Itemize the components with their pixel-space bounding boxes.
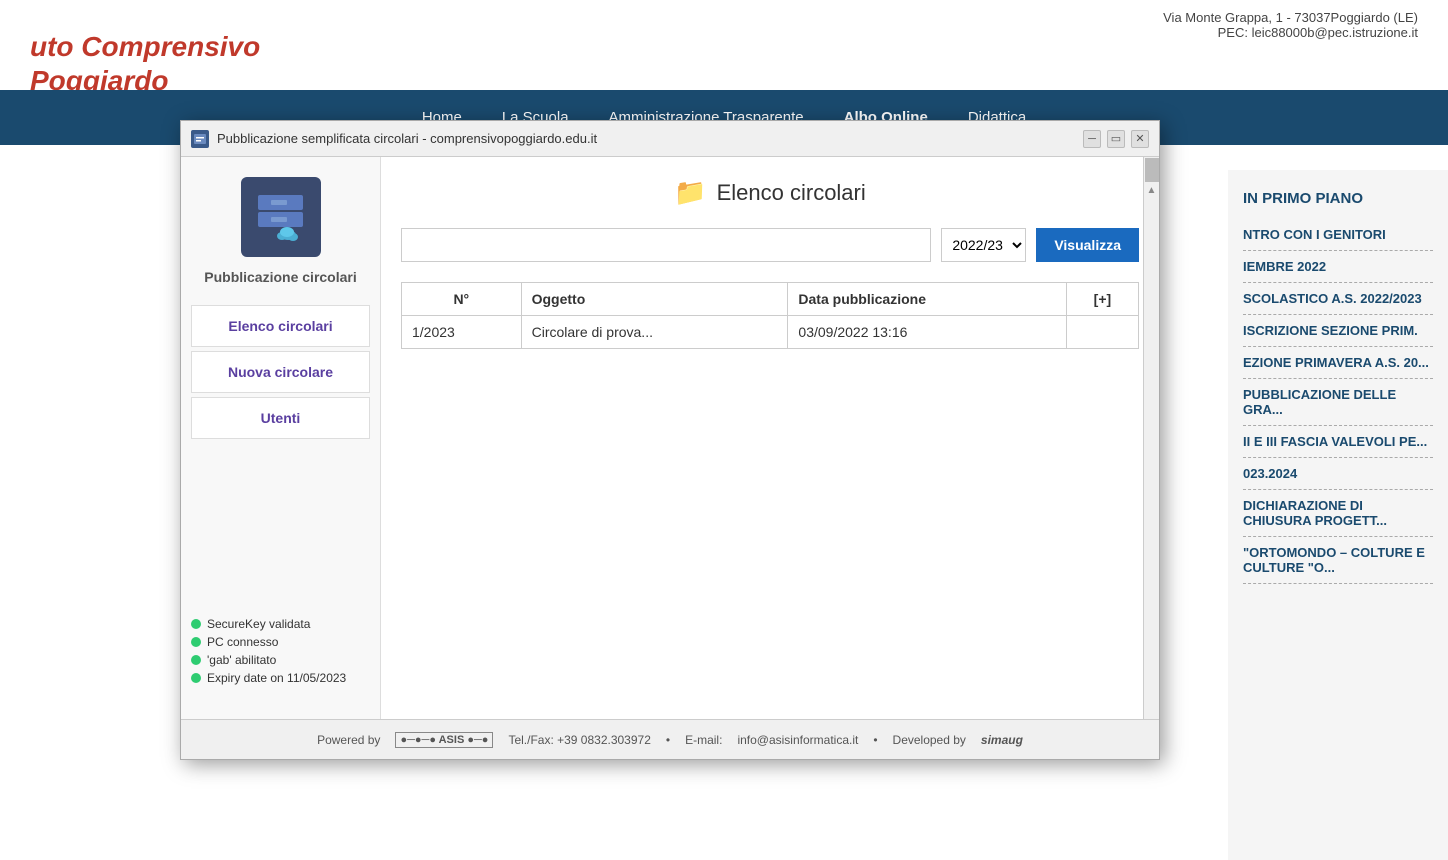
status-dot-expiry: [191, 673, 201, 683]
search-input[interactable]: [401, 228, 931, 262]
footer-email-separator: •: [666, 733, 670, 747]
bg-sidebar-item-10[interactable]: "ORTOMONDO – COLTURE E CULTURE "O...: [1243, 537, 1433, 584]
scrollbar-thumb[interactable]: [1145, 158, 1159, 182]
status-label-pc: PC connesso: [207, 635, 278, 649]
status-label-gab: 'gab' abilitato: [207, 653, 276, 667]
footer-email-label: E-mail:: [685, 733, 722, 747]
nav-nuova-circolare[interactable]: Nuova circolare: [191, 351, 370, 393]
modal-sidebar: Pubblicazione circolari Elenco circolari…: [181, 157, 381, 719]
year-select[interactable]: 2022/23 2023/24 2021/22: [941, 228, 1026, 262]
bg-contact-line2: PEC: leic88000b@pec.istruzione.it: [1163, 25, 1418, 40]
modal-title-text: Pubblicazione semplificata circolari - c…: [217, 131, 1083, 146]
footer-tel: Tel./Fax: +39 0832.303972: [508, 733, 650, 747]
bg-sidebar-item-7[interactable]: II E III FASCIA VALEVOLI PE...: [1243, 426, 1433, 458]
modal-app-icon: [191, 130, 209, 148]
status-dot-pc: [191, 637, 201, 647]
footer-email: info@asisinformatica.it: [737, 733, 858, 747]
status-gab: 'gab' abilitato: [191, 653, 370, 667]
bg-sidebar-item-8[interactable]: 023.2024: [1243, 458, 1433, 490]
bg-sidebar-item-2[interactable]: IEMBRE 2022: [1243, 251, 1433, 283]
search-row: 2022/23 2023/24 2021/22 Visualizza: [401, 228, 1139, 262]
cell-action[interactable]: [1066, 316, 1138, 349]
visualizza-button[interactable]: Visualizza: [1036, 228, 1139, 262]
footer-logo: ●─●─● ASIS ●─●: [395, 732, 493, 748]
table-row: 1/2023 Circolare di prova... 03/09/2022 …: [402, 316, 1139, 349]
app-logo-icon: [241, 177, 321, 257]
footer-dev-name: simaug: [981, 733, 1023, 747]
modal-main-content: 📁 Elenco circolari 2022/23 2023/24 2021/…: [381, 157, 1159, 719]
col-action: [+]: [1066, 283, 1138, 316]
status-dot-securekey: [191, 619, 201, 629]
bg-sidebar-item-5[interactable]: EZIONE PRIMAVERA A.S. 20...: [1243, 347, 1433, 379]
modal-window: Pubblicazione semplificata circolari - c…: [180, 120, 1160, 760]
col-oggetto: Oggetto: [521, 283, 788, 316]
table-body: 1/2023 Circolare di prova... 03/09/2022 …: [402, 316, 1139, 349]
scrollbar[interactable]: ▲: [1143, 157, 1159, 719]
bg-contact: Via Monte Grappa, 1 - 73037Poggiardo (LE…: [1163, 10, 1418, 40]
footer-powered-by: Powered by: [317, 733, 380, 747]
bg-sidebar-item-6[interactable]: PUBBLICAZIONE DELLE GRA...: [1243, 379, 1433, 426]
col-data-pub: Data pubblicazione: [788, 283, 1066, 316]
status-expiry: Expiry date on 11/05/2023: [191, 671, 370, 685]
bg-sidebar-item-9[interactable]: DICHIARAZIONE DI CHIUSURA PROGETT...: [1243, 490, 1433, 537]
scroll-up-arrow[interactable]: ▲: [1144, 183, 1159, 199]
bg-sidebar-item-3[interactable]: SCOLASTICO A.S. 2022/2023: [1243, 283, 1433, 315]
footer-dev-separator: •: [873, 733, 877, 747]
bg-sidebar-item-4[interactable]: ISCRIZIONE SEZIONE PRIM.: [1243, 315, 1433, 347]
modal-minimize-button[interactable]: ─: [1083, 130, 1101, 148]
bg-sidebar-right: IN PRIMO PIANO NTRO CON I GENITORI IEMBR…: [1228, 170, 1448, 860]
status-securekey: SecureKey validata: [191, 617, 370, 631]
circolari-table: N° Oggetto Data pubblicazione [+] 1/2023…: [401, 282, 1139, 349]
status-label-expiry: Expiry date on 11/05/2023: [207, 671, 346, 685]
cell-data-pub: 03/09/2022 13:16: [788, 316, 1066, 349]
status-dot-gab: [191, 655, 201, 665]
page-title-text: Elenco circolari: [717, 180, 866, 206]
status-label-securekey: SecureKey validata: [207, 617, 310, 631]
bg-sidebar-title: IN PRIMO PIANO: [1243, 190, 1433, 207]
modal-footer: Powered by ●─●─● ASIS ●─● Tel./Fax: +39 …: [181, 719, 1159, 759]
modal-body: Pubblicazione circolari Elenco circolari…: [181, 157, 1159, 719]
page-title: 📁 Elenco circolari: [401, 177, 1139, 208]
bg-logo-line1: uto Comprensivo: [30, 30, 260, 64]
table-header: N° Oggetto Data pubblicazione [+]: [402, 283, 1139, 316]
status-section: SecureKey validata PC connesso 'gab' abi…: [181, 607, 380, 699]
modal-close-button[interactable]: ✕: [1131, 130, 1149, 148]
cell-oggetto[interactable]: Circolare di prova...: [521, 316, 788, 349]
modal-controls: ─ ▭ ✕: [1083, 130, 1149, 148]
bg-contact-line1: Via Monte Grappa, 1 - 73037Poggiardo (LE…: [1163, 10, 1418, 25]
status-pc: PC connesso: [191, 635, 370, 649]
nav-elenco-circolari[interactable]: Elenco circolari: [191, 305, 370, 347]
modal-restore-button[interactable]: ▭: [1107, 130, 1125, 148]
col-numero: N°: [402, 283, 522, 316]
modal-titlebar: Pubblicazione semplificata circolari - c…: [181, 121, 1159, 157]
bg-sidebar-item-1[interactable]: NTRO CON I GENITORI: [1243, 219, 1433, 251]
nav-utenti[interactable]: Utenti: [191, 397, 370, 439]
modal-sidebar-title: Pubblicazione circolari: [204, 269, 357, 285]
cell-numero: 1/2023: [402, 316, 522, 349]
page-title-icon: 📁: [674, 177, 706, 208]
footer-developed-by: Developed by: [893, 733, 966, 747]
